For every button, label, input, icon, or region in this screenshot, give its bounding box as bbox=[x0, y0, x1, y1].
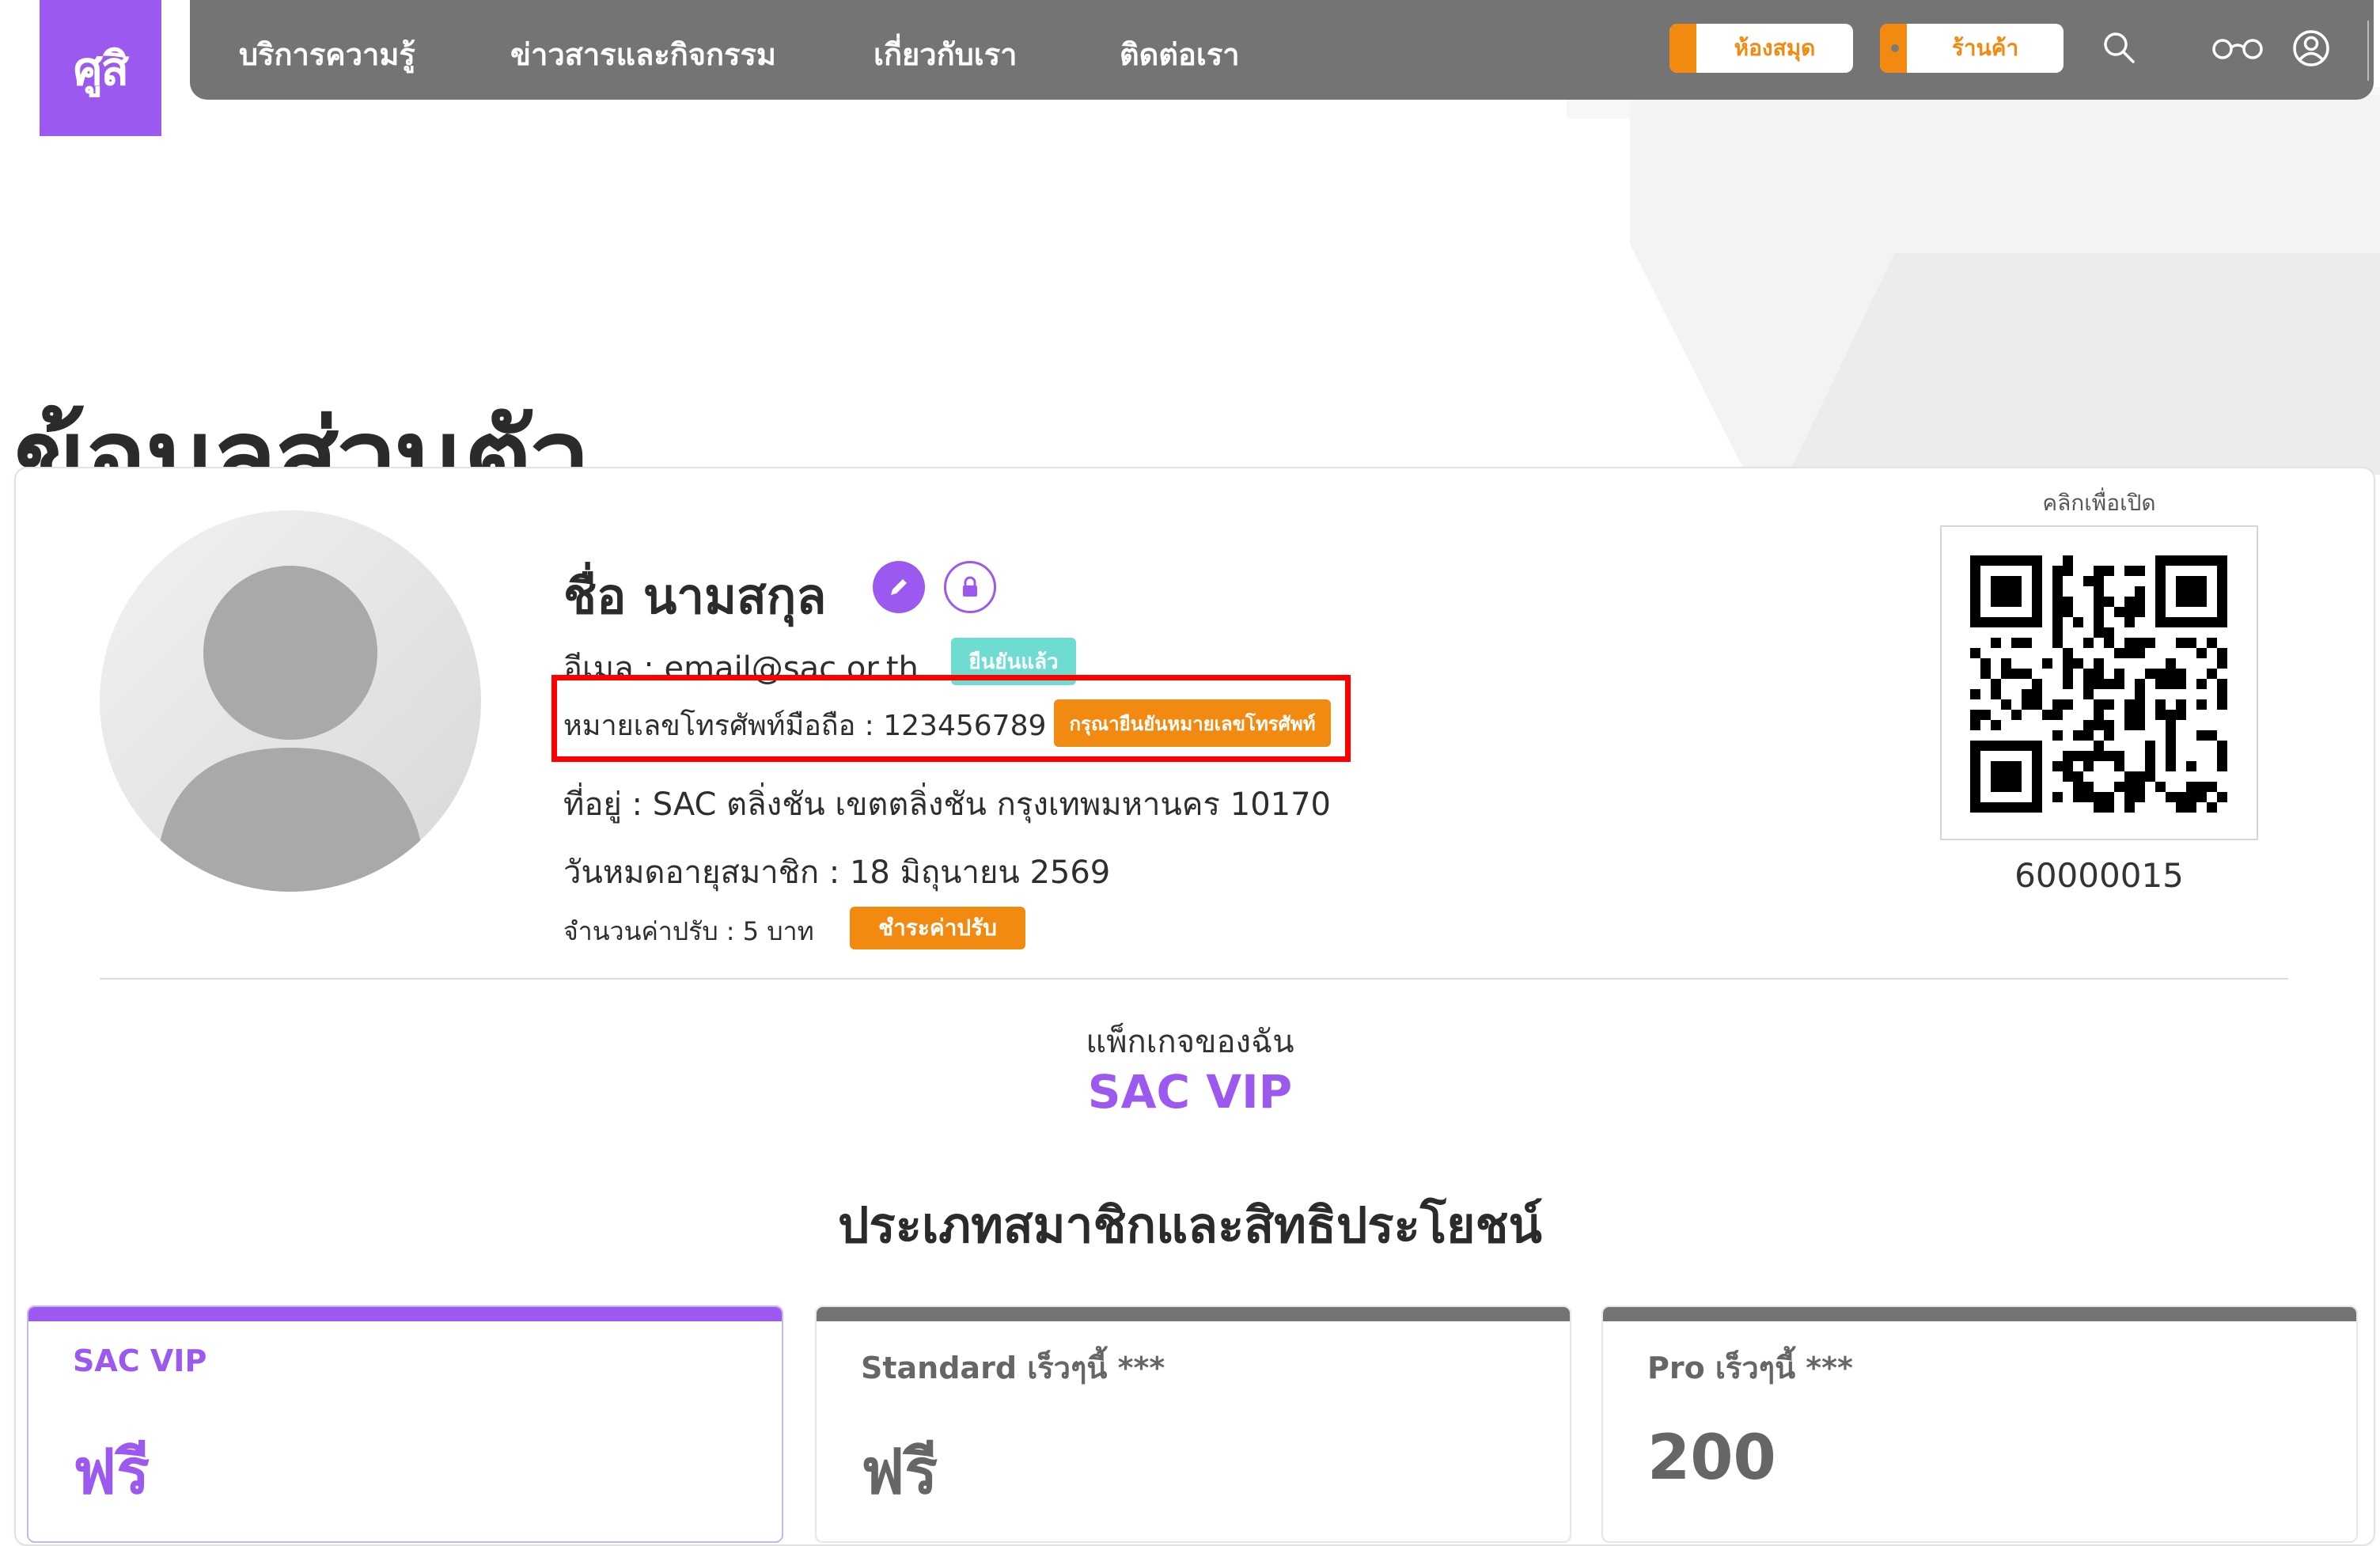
plan-card-topbar bbox=[28, 1307, 782, 1321]
top-navbar: บริการความรู้ ข่าวสารและกิจกรรม เกี่ยวกั… bbox=[190, 0, 2374, 100]
default-avatar-icon bbox=[155, 566, 426, 892]
plan-card-pro[interactable]: Pro เร็วๆนี้ *** 200 bbox=[1601, 1305, 2358, 1543]
plan-name: SAC VIP bbox=[73, 1343, 207, 1378]
plan-name: Standard เร็วๆนี้ *** bbox=[861, 1351, 1165, 1385]
library-button-label: ห้องสมุด bbox=[1734, 35, 1816, 61]
nav-link-news-activities[interactable]: ข่าวสารและกิจกรรม bbox=[510, 30, 776, 78]
logo-text: ศูสิ bbox=[73, 41, 129, 96]
plan-card-topbar bbox=[1603, 1307, 2356, 1321]
plan-name: Pro เร็วๆนี้ *** bbox=[1647, 1351, 1853, 1385]
section-divider bbox=[100, 978, 2288, 980]
nav-divider bbox=[2367, 21, 2369, 81]
shop-button[interactable]: ร้านค้า bbox=[1880, 24, 2064, 73]
change-password-button[interactable] bbox=[944, 561, 996, 613]
nav-link-contact-us[interactable]: ติดต่อเรา bbox=[1120, 30, 1240, 78]
avatar bbox=[100, 510, 481, 892]
edit-profile-button[interactable] bbox=[873, 561, 925, 613]
user-account-icon[interactable] bbox=[2291, 28, 2331, 68]
library-button[interactable]: ห้องสมุด bbox=[1669, 24, 1853, 73]
nav-link-knowledge-services[interactable]: บริการความรู้ bbox=[239, 30, 415, 78]
search-icon[interactable] bbox=[2101, 30, 2136, 65]
member-number: 60000015 bbox=[2014, 856, 2184, 895]
address-line: ที่อยู่ : SAC ตลิ่งชัน เขตตลิ่งชัน กรุงเ… bbox=[563, 786, 1331, 823]
lock-icon bbox=[963, 576, 977, 597]
plan-card-sac-vip[interactable]: SAC VIP ฟรี bbox=[27, 1305, 783, 1543]
my-package-label: แพ็กเกจของฉัน bbox=[1086, 1024, 1294, 1060]
highlight-annotation-box bbox=[551, 675, 1351, 762]
pay-fine-button[interactable]: ชำระค่าปรับ bbox=[850, 907, 1025, 949]
site-logo[interactable]: ศูสิ bbox=[40, 0, 161, 136]
user-full-name: ชื่อ นามสกุล bbox=[563, 567, 827, 625]
plan-price: ฟรี bbox=[73, 1437, 150, 1508]
glasses-icon[interactable] bbox=[2211, 35, 2264, 62]
pencil-icon bbox=[891, 579, 907, 595]
plan-card-standard[interactable]: Standard เร็วๆนี้ *** ฟรี bbox=[815, 1305, 1571, 1543]
plan-price: 200 bbox=[1647, 1423, 1776, 1494]
pill-dot bbox=[1891, 44, 1899, 52]
member-qr-code[interactable] bbox=[1940, 525, 2258, 840]
my-package-name: SAC VIP bbox=[1087, 1065, 1293, 1119]
plan-card-topbar bbox=[817, 1307, 1570, 1321]
plan-price: ฟรี bbox=[861, 1437, 938, 1508]
pill-accent-stripe bbox=[1669, 24, 1696, 73]
nav-link-about-us[interactable]: เกี่ยวกับเรา bbox=[874, 30, 1017, 78]
fine-amount-line: จำนวนค่าปรับ : 5 บาท bbox=[563, 916, 814, 946]
qr-code-icon bbox=[1970, 555, 2227, 813]
shop-button-label: ร้านค้า bbox=[1951, 35, 2019, 61]
qr-caption: คลิกเพื่อเปิด bbox=[2042, 490, 2156, 516]
membership-expiry-line: วันหมดอายุสมาชิก : 18 มิถุนายน 2569 bbox=[563, 854, 1111, 891]
benefits-title: ประเภทสมาชิกและสิทธิประโยชน์ bbox=[838, 1196, 1542, 1254]
